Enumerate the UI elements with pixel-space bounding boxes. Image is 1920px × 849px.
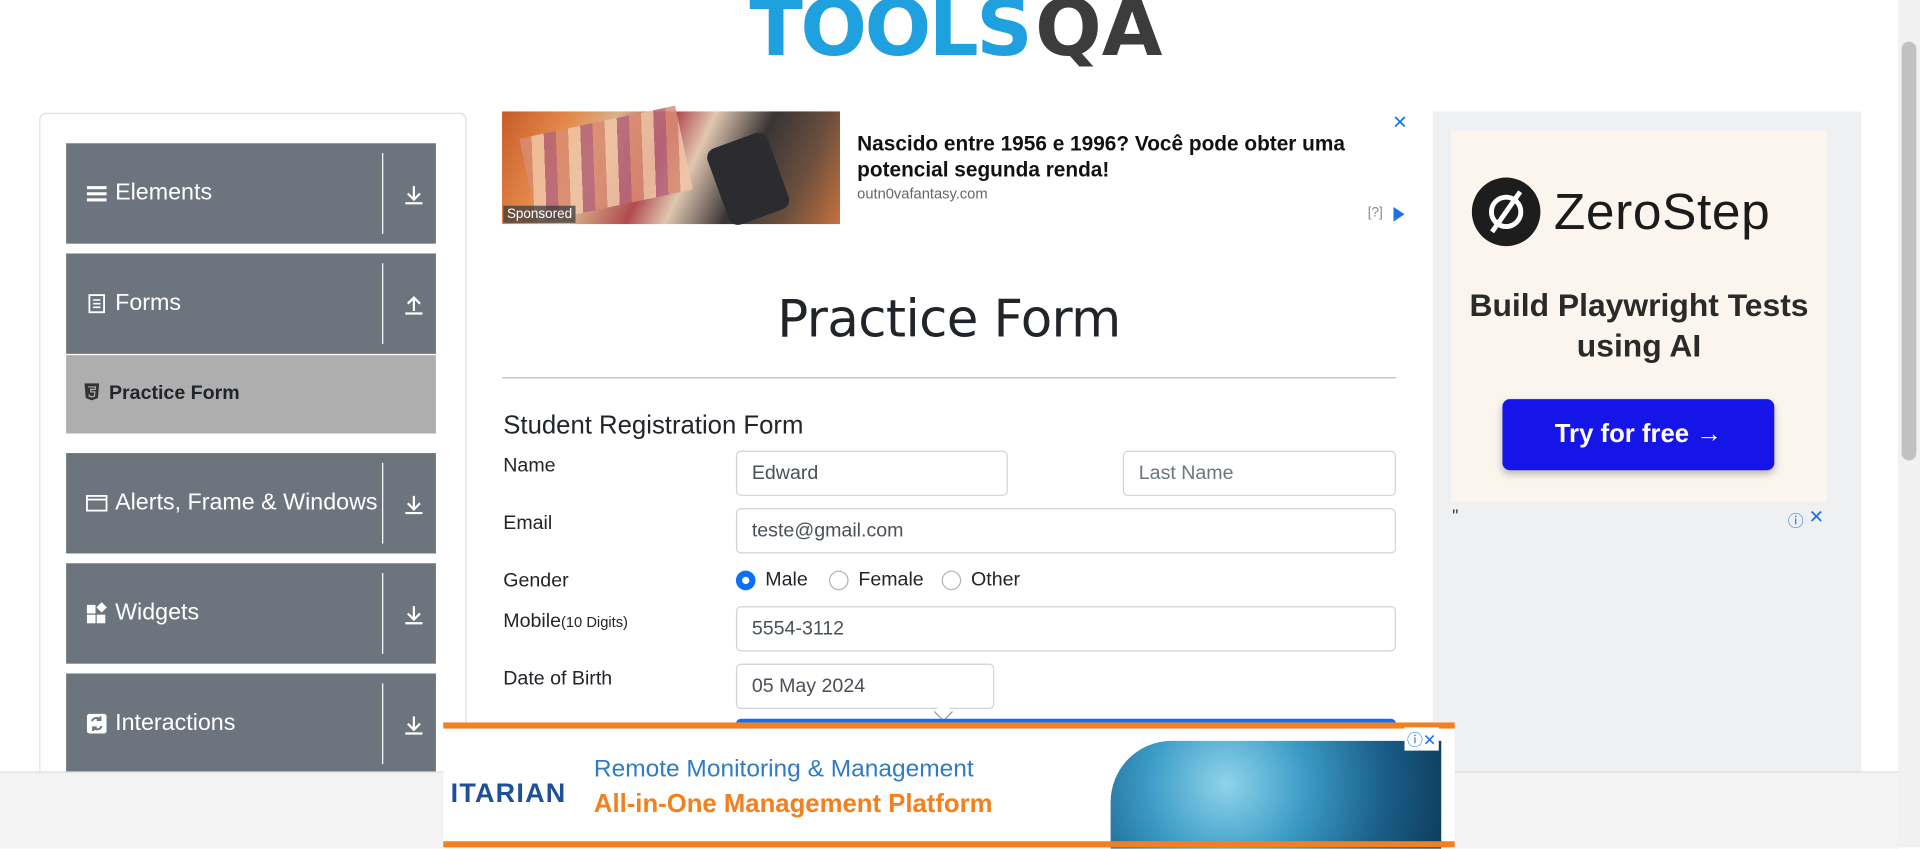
ad-quote-mark: " — [1452, 505, 1459, 526]
mobile-input[interactable]: 5554-3112 — [735, 606, 1396, 652]
zerostep-brand: ZeroStep — [1553, 182, 1771, 241]
right-ad[interactable]: ZeroStep Build Playwright Tests using AI… — [1432, 111, 1862, 847]
html5-icon — [84, 383, 100, 401]
sidebar-group-label: Forms — [115, 290, 182, 316]
toolsqa-logo[interactable]: TOOLS QA — [749, 0, 1162, 69]
title-divider — [502, 377, 1396, 379]
sidebar-group-label: Widgets — [115, 600, 200, 626]
ad-image[interactable]: Sponsored — [502, 105, 841, 228]
gender-other-radio[interactable] — [941, 570, 962, 591]
sponsored-ad-banner[interactable]: Sponsored Nascido entre 1956 e 1996? Voc… — [502, 105, 1414, 228]
hamburger-icon — [86, 186, 107, 202]
divider — [382, 573, 384, 654]
form-title: Student Registration Form — [503, 411, 804, 440]
sidebar-group-alerts[interactable]: Alerts, Frame & Windows — [66, 453, 436, 554]
email-label: Email — [503, 513, 553, 534]
sidebar-item-practice-form[interactable]: Practice Form — [66, 355, 436, 434]
gender-female-label[interactable]: Female — [858, 569, 923, 591]
left-panel: Elements Forms Practice Form Alerts, Fra… — [39, 112, 467, 849]
download-arrow-icon — [405, 606, 423, 625]
logo-tools-text: TOOLS — [749, 0, 1032, 75]
sidebar-group-label: Elements — [115, 180, 213, 206]
adchoices-icon[interactable] — [1393, 206, 1405, 222]
first-name-input[interactable]: Edward — [735, 450, 1008, 496]
mobile-label-text: Mobile — [503, 611, 561, 632]
phone-graphic — [704, 129, 792, 228]
ad-headline[interactable]: Nascido entre 1956 e 1996? Você pode obt… — [857, 131, 1371, 182]
document-icon — [88, 294, 106, 314]
gender-other-label[interactable]: Other — [971, 569, 1020, 591]
sidebar-group-elements[interactable]: Elements — [66, 143, 436, 244]
bottom-ad-image — [1110, 740, 1442, 849]
divider — [382, 153, 384, 234]
ad-close-icon[interactable]: ✕ — [1809, 506, 1824, 528]
name-label: Name — [503, 455, 556, 477]
itarian-logo: ITARIAN — [450, 777, 567, 809]
vertical-scrollbar[interactable] — [1897, 0, 1920, 848]
download-arrow-icon — [405, 716, 423, 735]
sidebar-group-widgets[interactable]: Widgets — [66, 563, 436, 664]
last-name-input[interactable]: Last Name — [1122, 450, 1396, 496]
zerostep-tagline: Build Playwright Tests using AI — [1469, 286, 1809, 364]
download-arrow-icon — [405, 495, 423, 515]
divider — [382, 683, 384, 765]
bottom-sticky-ad[interactable]: ITARIAN Remote Monitoring & Management A… — [443, 722, 1455, 849]
mobile-label: Mobile(10 Digits) — [503, 611, 628, 633]
mobile-hint: (10 Digits) — [560, 613, 628, 631]
sidebar-group-label: Interactions — [115, 710, 236, 736]
ad-info-close-icon[interactable]: ⓘ✕ — [1404, 727, 1439, 751]
sidebar-group-forms[interactable]: Forms — [66, 253, 436, 354]
sponsored-label: Sponsored — [503, 205, 576, 223]
ad-close-icon[interactable]: ✕ — [1392, 111, 1407, 134]
divider — [382, 263, 384, 345]
widgets-icon — [86, 602, 107, 624]
divider — [382, 462, 384, 544]
email-input[interactable]: teste@gmail.com — [735, 508, 1396, 554]
interactions-icon — [86, 713, 107, 734]
date-of-birth-input[interactable]: 05 May 2024 — [735, 663, 995, 709]
gender-female-radio[interactable] — [828, 570, 849, 591]
download-arrow-icon — [405, 186, 423, 205]
zerostep-ad-card[interactable]: ZeroStep Build Playwright Tests using AI… — [1451, 131, 1827, 503]
gender-label: Gender — [503, 570, 569, 592]
window-icon — [86, 495, 108, 512]
sidebar-group-label: Alerts, Frame & Windows — [115, 489, 378, 516]
gender-male-radio[interactable] — [735, 570, 756, 591]
zerostep-logo-icon — [1471, 177, 1541, 247]
ad-info-icon[interactable]: ⓘ — [1788, 508, 1804, 531]
page-title: Practice Form — [777, 288, 1121, 349]
ad-domain[interactable]: outn0vafantasy.com — [857, 185, 987, 202]
bottom-ad-line2: All-in-One Management Platform — [593, 789, 993, 818]
ad-help-link[interactable]: [?] — [1368, 206, 1383, 221]
upload-arrow-icon — [405, 295, 423, 315]
sidebar-group-interactions[interactable]: Interactions — [66, 673, 436, 774]
dob-label: Date of Birth — [503, 668, 613, 690]
logo-qa-text: QA — [1035, 0, 1163, 75]
bottom-ad-line1: Remote Monitoring & Management — [593, 755, 974, 783]
sidebar-item-label: Practice Form — [108, 383, 240, 405]
try-for-free-button[interactable]: Try for free → — [1502, 399, 1775, 471]
scrollbar-thumb[interactable] — [1901, 41, 1917, 461]
gender-male-label[interactable]: Male — [765, 569, 807, 591]
